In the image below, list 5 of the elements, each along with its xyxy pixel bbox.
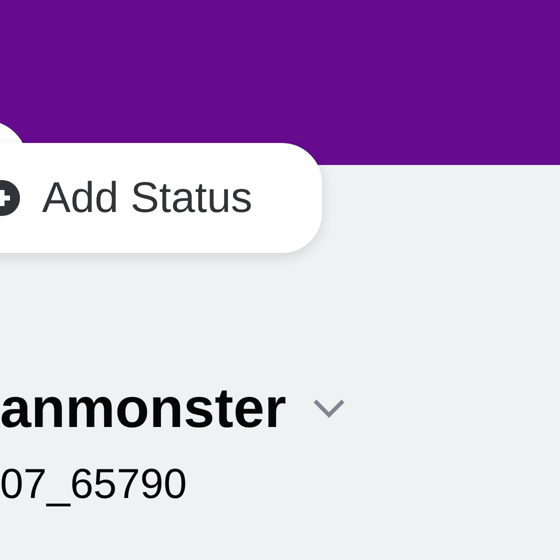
- add-status-button[interactable]: Add Status: [0, 143, 322, 253]
- display-name: anmonster: [0, 377, 286, 439]
- username: 07_65790: [0, 460, 188, 507]
- chevron-down-icon[interactable]: [312, 398, 346, 418]
- plus-icon: [0, 178, 22, 218]
